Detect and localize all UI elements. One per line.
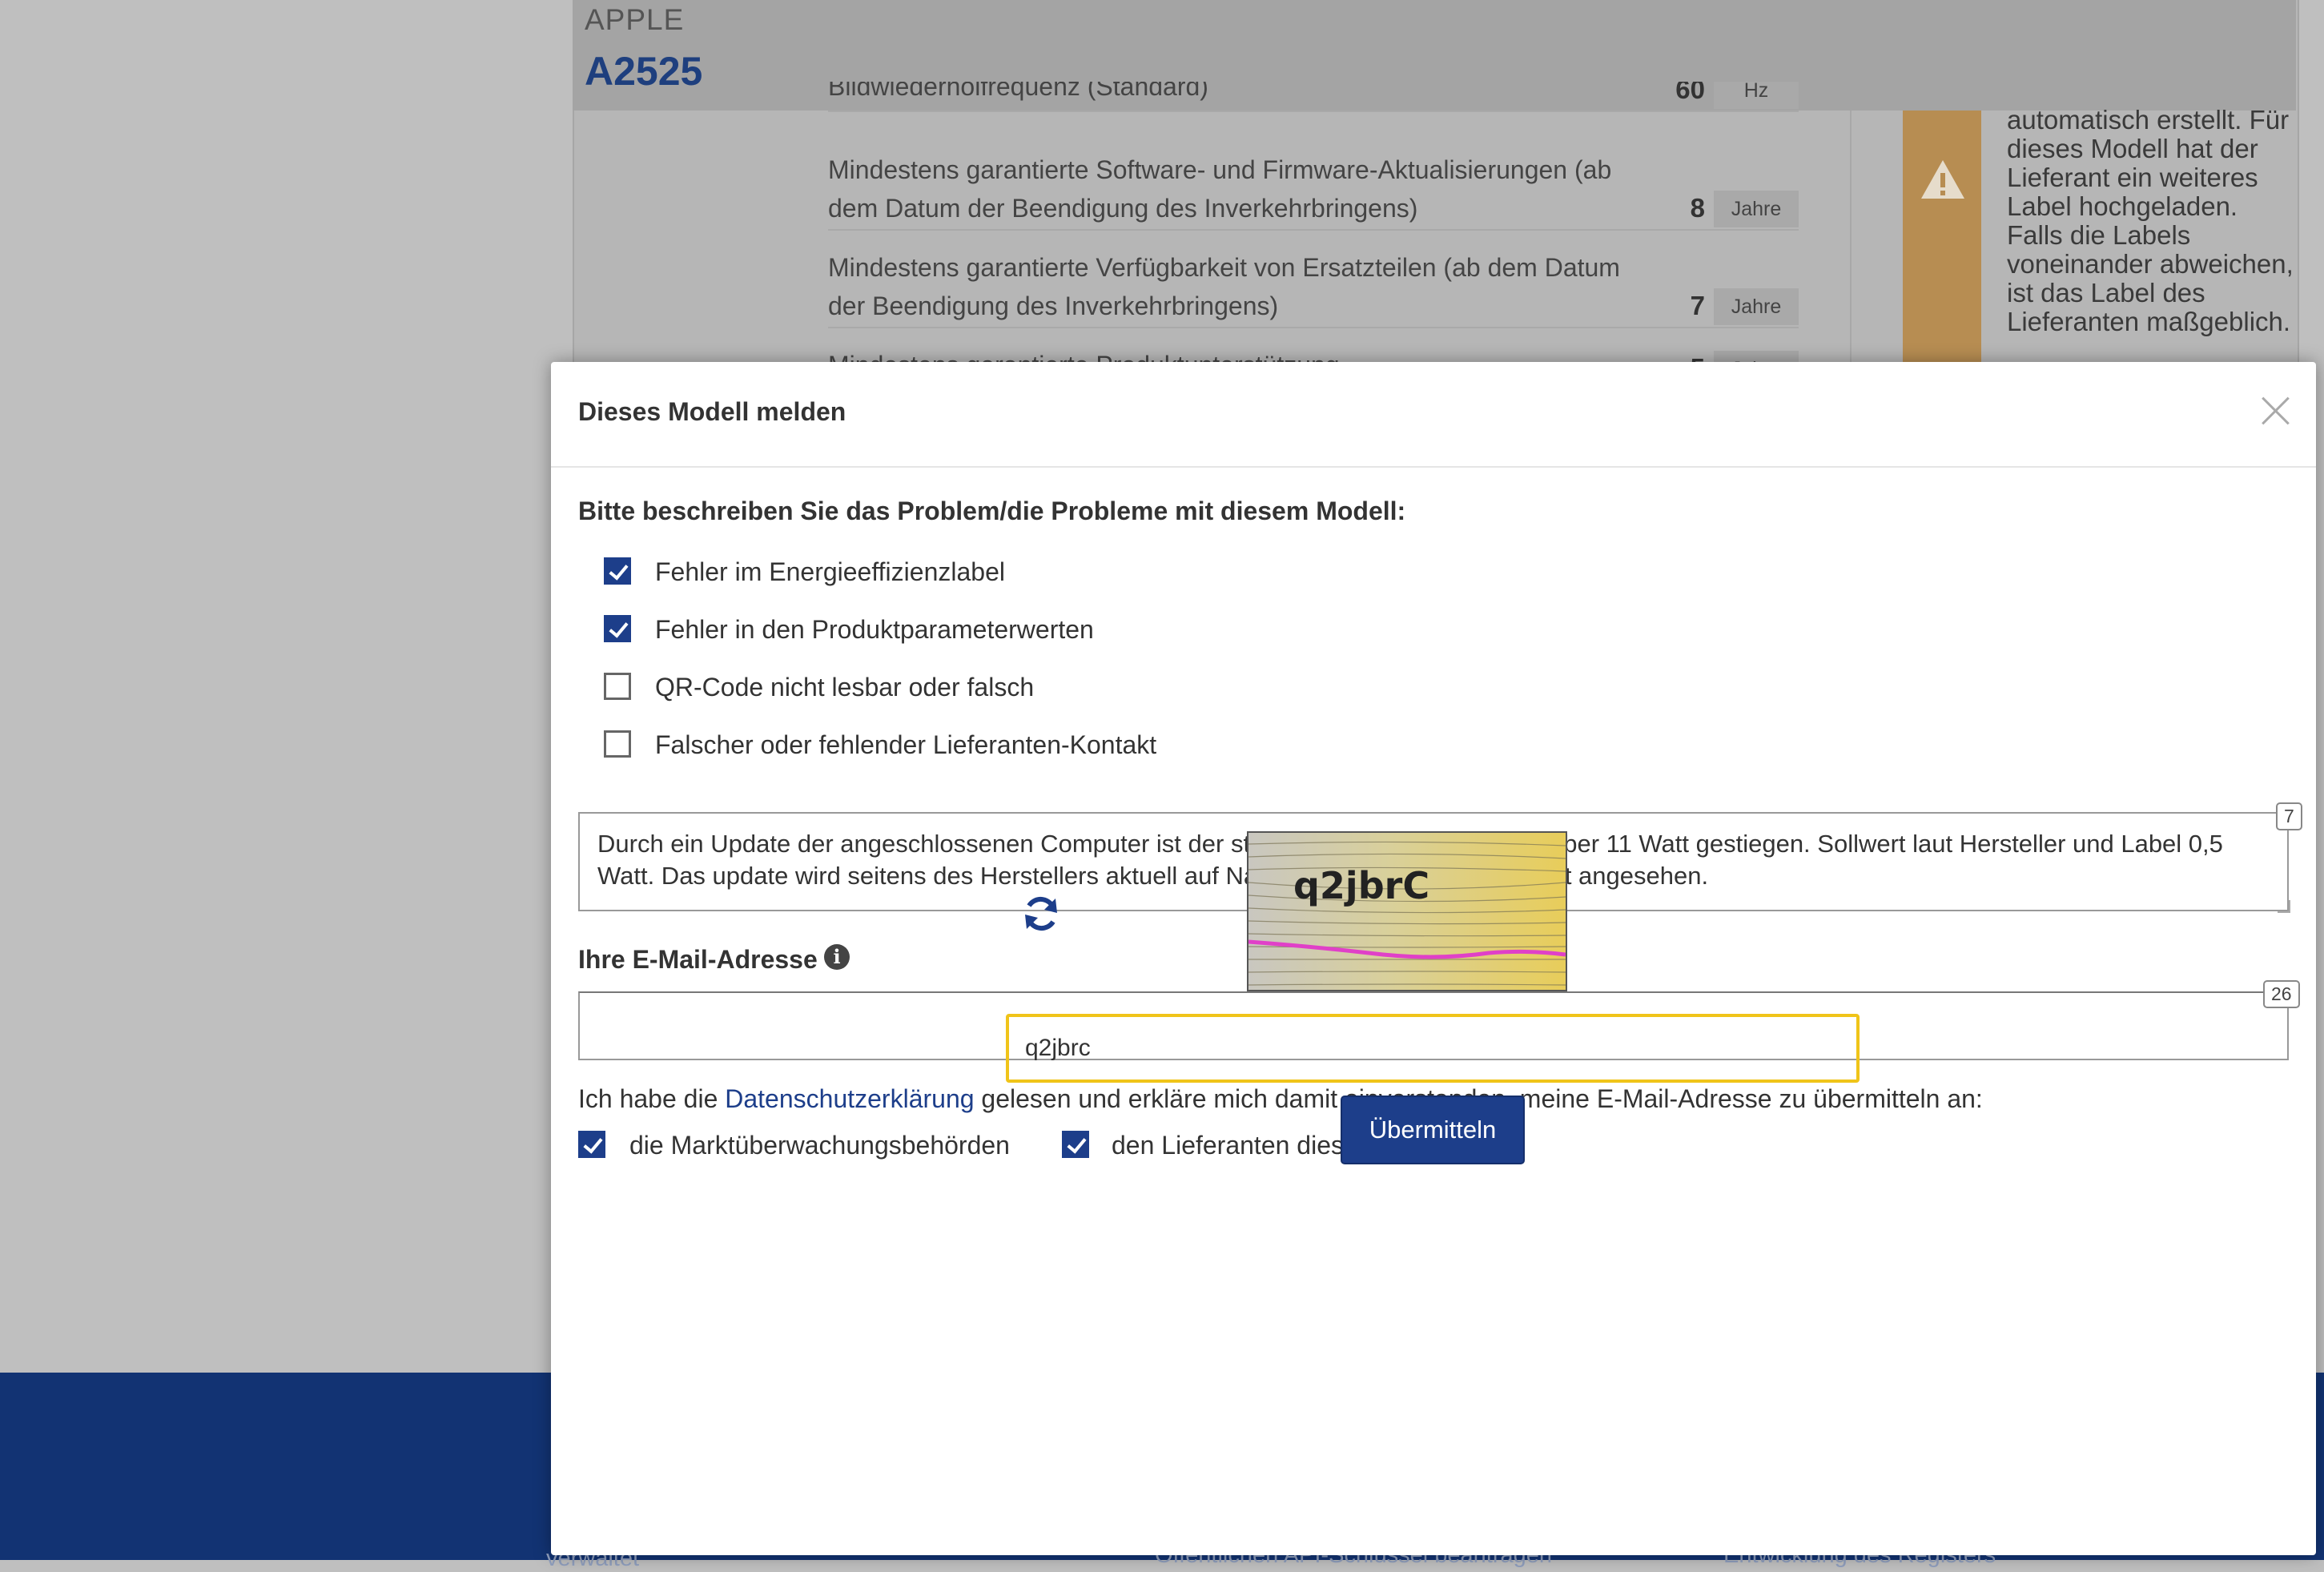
- param-unit: Hz: [1714, 82, 1799, 109]
- modal-title: Dieses Modell melden: [578, 397, 846, 426]
- param-label: Mindestens garantierte Software- und Fir…: [828, 155, 1612, 223]
- brand-name: APPLE: [585, 3, 685, 36]
- problem-checkbox-parameters[interactable]: [604, 615, 631, 642]
- captcha-noise: q2jbrC: [1248, 841, 1566, 986]
- param-row: Mindestens garantierte Produktunterstütz…: [828, 346, 1799, 364]
- problem-label: Falscher oder fehlender Lieferanten-Kont…: [655, 730, 1157, 759]
- recipient-checkbox-supplier[interactable]: [1062, 1131, 1089, 1158]
- param-label: Mindestens garantierte Verfügbarkeit von…: [828, 253, 1620, 320]
- consent-prefix: Ich habe die: [578, 1084, 726, 1113]
- description-counter-badge: 7: [2276, 802, 2302, 830]
- column-divider: [1850, 111, 1852, 367]
- recipient-checkbox-authorities[interactable]: [578, 1131, 605, 1158]
- problem-checkbox-supplier-contact[interactable]: [604, 730, 631, 758]
- close-icon[interactable]: [2257, 392, 2294, 429]
- submit-button[interactable]: Übermitteln: [1341, 1096, 1525, 1164]
- problem-label: QR-Code nicht lesbar oder falsch: [655, 673, 1035, 702]
- warning-icon: [1921, 160, 1964, 199]
- captcha-image: q2jbrC: [1247, 831, 1567, 991]
- refresh-captcha-icon[interactable]: [1022, 894, 1060, 934]
- recipient-label: die Marktüberwachungsbehörden: [629, 1131, 1010, 1160]
- param-value: 60: [1675, 82, 1705, 104]
- info-icon[interactable]: i: [824, 944, 850, 970]
- param-row: Mindestens garantierte Verfügbarkeit von…: [828, 248, 1799, 328]
- problem-question: Bitte beschreiben Sie das Problem/die Pr…: [578, 497, 1406, 525]
- report-modal: Dieses Modell melden Bitte beschreiben S…: [551, 362, 2316, 1555]
- problem-label: Fehler im Energieeffizienzlabel: [655, 557, 1005, 586]
- modal-header-divider: [551, 466, 2316, 468]
- warning-text: automatisch erstellt. Für dieses Modell …: [2007, 105, 2294, 336]
- problem-checkbox-energy-label[interactable]: [604, 557, 631, 585]
- problem-label: Fehler in den Produktparameterwerten: [655, 615, 1094, 644]
- param-unit: Jahre: [1714, 288, 1799, 325]
- param-row: Mindestens garantierte Software- und Fir…: [828, 151, 1799, 231]
- consent-text: Ich habe die Datenschutzerklärung gelese…: [578, 1084, 1983, 1114]
- privacy-policy-link[interactable]: Datenschutzerklärung: [725, 1084, 974, 1113]
- email-label: Ihre E-Mail-Adresse: [578, 945, 818, 974]
- model-name: A2525: [585, 49, 703, 94]
- captcha-glyphs: q2jbrC: [1293, 864, 1429, 907]
- param-value: 8: [1690, 193, 1705, 223]
- param-value: 7: [1690, 291, 1705, 320]
- param-label: Mindestens garantierte Produktunterstütz…: [828, 346, 1653, 364]
- warning-bar: [1903, 111, 1981, 367]
- email-counter-badge: 26: [2263, 980, 2300, 1008]
- param-label: Bildwiederholfrequenz (Standard): [828, 82, 1208, 101]
- param-unit: Jahre: [1714, 191, 1799, 227]
- resize-handle-icon[interactable]: [2278, 900, 2290, 913]
- problem-checkbox-qr-code[interactable]: [604, 673, 631, 700]
- captcha-input[interactable]: q2jbrc: [1006, 1014, 1860, 1083]
- param-row: Bildwiederholfrequenz (Standard) 60 Hz: [828, 82, 1799, 112]
